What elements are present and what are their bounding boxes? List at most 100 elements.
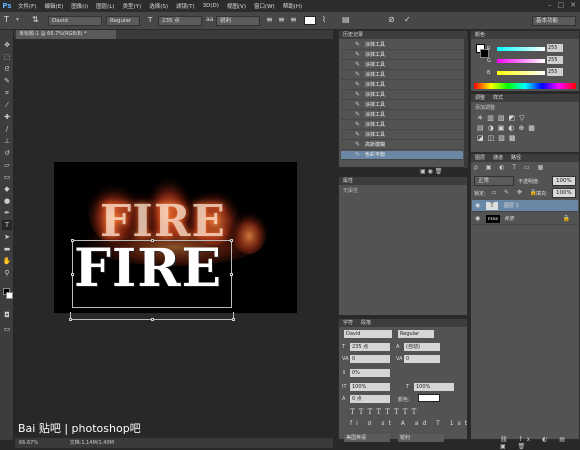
menu-filter[interactable]: 滤镜(T) [172,2,199,10]
align-right-icon[interactable]: ≡ [290,15,297,24]
eyedropper-icon[interactable]: ⁄ [2,100,12,110]
zoom-tool-icon[interactable]: ⚲ [2,268,12,278]
transform-handle[interactable] [71,273,74,276]
shape-tool-icon[interactable]: ▬ [2,244,12,254]
tab-history[interactable]: 历史记录 [343,31,363,39]
history-item[interactable]: ✎ 高斯模糊 [341,141,463,150]
history-item[interactable]: ✎ 涂抹工具 [341,121,463,130]
blur-tool-icon[interactable]: ◆ [2,184,12,194]
panels-toggle-icon[interactable]: ▤ [342,15,350,24]
layer-row[interactable]: ◉ T 图层 1 [472,200,578,212]
g-value[interactable]: 255 [547,56,563,64]
dodge-tool-icon[interactable]: ● [2,196,12,206]
marquee-tool-icon[interactable]: ⬚ [2,52,12,62]
char-vertical-scale-field[interactable]: 100% [350,383,390,391]
transform-bounding-box[interactable] [72,240,232,308]
tab-color[interactable]: 颜色 [475,31,485,39]
minimize-icon[interactable]: – [548,1,552,9]
layer-filter-icons[interactable]: ρ ▣ ◐ T ▭ ▦ [474,164,546,171]
transform-handle[interactable] [69,318,72,321]
history-item[interactable]: ✎ 涂抹工具 [341,91,463,100]
tab-paragraph[interactable]: 段落 [361,319,371,327]
char-size-field[interactable]: 235 点 [350,343,390,351]
layer-name[interactable]: 背景 [504,213,514,225]
char-tracking-field[interactable]: 0 [404,355,440,363]
lasso-tool-icon[interactable]: ᘓ [2,64,12,74]
history-item[interactable]: ✎ 涂抹工具 [341,51,463,60]
align-left-icon[interactable]: ≡ [266,15,273,24]
language-select[interactable]: 美国英语 [344,434,390,442]
transform-handle[interactable] [230,273,233,276]
document-tab[interactable]: 未标题-1 @ 66.7%(RGB/8) * [16,30,116,39]
snapshot-icon[interactable]: ◉ [428,168,433,175]
char-kerning-field[interactable]: 0 [350,355,390,363]
text-color-swatch[interactable] [304,16,316,25]
history-item[interactable]: ✎ 涂抹工具 [341,111,463,120]
pen-tool-icon[interactable]: ✒ [2,208,12,218]
tab-properties[interactable]: 属性 [343,177,353,185]
screen-mode-icon[interactable]: ▭ [2,324,12,334]
commit-icon[interactable]: ✓ [404,15,411,24]
char-color-swatch[interactable] [418,394,440,402]
align-center-icon[interactable]: ≡ [278,15,285,24]
b-value[interactable]: 255 [547,68,563,76]
quick-mask-icon[interactable]: ◘ [2,310,12,320]
history-item[interactable]: ✎ 色彩平衡 [341,151,463,160]
tab-styles[interactable]: 样式 [493,94,503,102]
workspace-select[interactable]: 基本功能 [532,16,576,26]
blend-mode-select[interactable]: 正常 [474,176,514,186]
cancel-icon[interactable]: ⊘ [388,15,395,24]
menu-layer[interactable]: 图层(L) [92,2,118,10]
eye-icon[interactable]: ◉ [475,200,480,212]
menu-help[interactable]: 帮助(H) [279,2,306,10]
warp-text-icon[interactable]: ⌇ [322,15,326,24]
transform-handle[interactable] [151,239,154,242]
zoom-level[interactable]: 66.67% [19,440,38,446]
tab-adjustments[interactable]: 调整 [475,94,485,102]
tab-channels[interactable]: 通道 [493,154,503,162]
type-tool-active-icon[interactable]: T [2,220,12,230]
adjustment-icons-row3[interactable]: ◪◫▧▩ [471,133,579,143]
transform-handle[interactable] [232,318,235,321]
layer-name[interactable]: 图层 1 [504,200,519,212]
eraser-tool-icon[interactable]: ▱ [2,160,12,170]
menu-select[interactable]: 选择(S) [145,2,172,10]
menu-3d[interactable]: 3D(D) [199,3,223,9]
b-slider[interactable] [497,71,545,75]
history-item[interactable]: ✎ 涂抹工具 [341,71,463,80]
r-value[interactable]: 255 [547,44,563,52]
g-slider[interactable] [497,59,545,63]
text-style-buttons[interactable]: TTTTTTTT [350,408,420,416]
transform-handle[interactable] [230,239,233,242]
gradient-tool-icon[interactable]: ▭ [2,172,12,182]
adjustment-icons-row2[interactable]: ▤◑▣◐⊕▦ [471,123,579,133]
char-baseline-field[interactable]: 0 点 [350,395,390,403]
hand-tool-icon[interactable]: ✋ [2,256,12,266]
opacity-field[interactable]: 100% [552,176,576,186]
r-slider[interactable] [497,47,545,51]
char-antialias-select[interactable]: 锐利 [398,434,444,442]
background-color-swatch[interactable] [6,292,13,299]
close-icon[interactable]: ✕ [570,1,576,9]
history-item[interactable]: ✎ 涂抹工具 [341,61,463,70]
antialias-select[interactable]: 锐利 [216,16,260,26]
color-spectrum[interactable] [474,83,576,89]
document-canvas[interactable]: FIRE FIRE [54,162,297,313]
history-item[interactable]: ✎ 涂抹工具 [341,101,463,110]
fill-field[interactable]: 100% [552,188,576,198]
brush-tool-icon[interactable]: ∕ [2,124,12,134]
history-scrollbar[interactable] [464,38,468,168]
tab-paths[interactable]: 路径 [511,154,521,162]
font-size-select[interactable]: 235 点 [158,16,202,26]
maximize-icon[interactable]: □ [558,1,565,9]
history-brush-icon[interactable]: ↺ [2,148,12,158]
chevron-down-icon[interactable]: ▾ [16,16,19,23]
char-vscale-field[interactable]: 0% [350,369,390,377]
menu-view[interactable]: 视图(V) [223,2,250,10]
new-doc-from-state-icon[interactable]: ▣ [420,168,426,175]
char-horizontal-scale-field[interactable]: 100% [414,383,454,391]
path-select-icon[interactable]: ➤ [2,232,12,242]
menu-edit[interactable]: 编辑(E) [40,2,67,10]
quick-select-icon[interactable]: ✎ [2,76,12,86]
healing-brush-icon[interactable]: ✚ [2,112,12,122]
